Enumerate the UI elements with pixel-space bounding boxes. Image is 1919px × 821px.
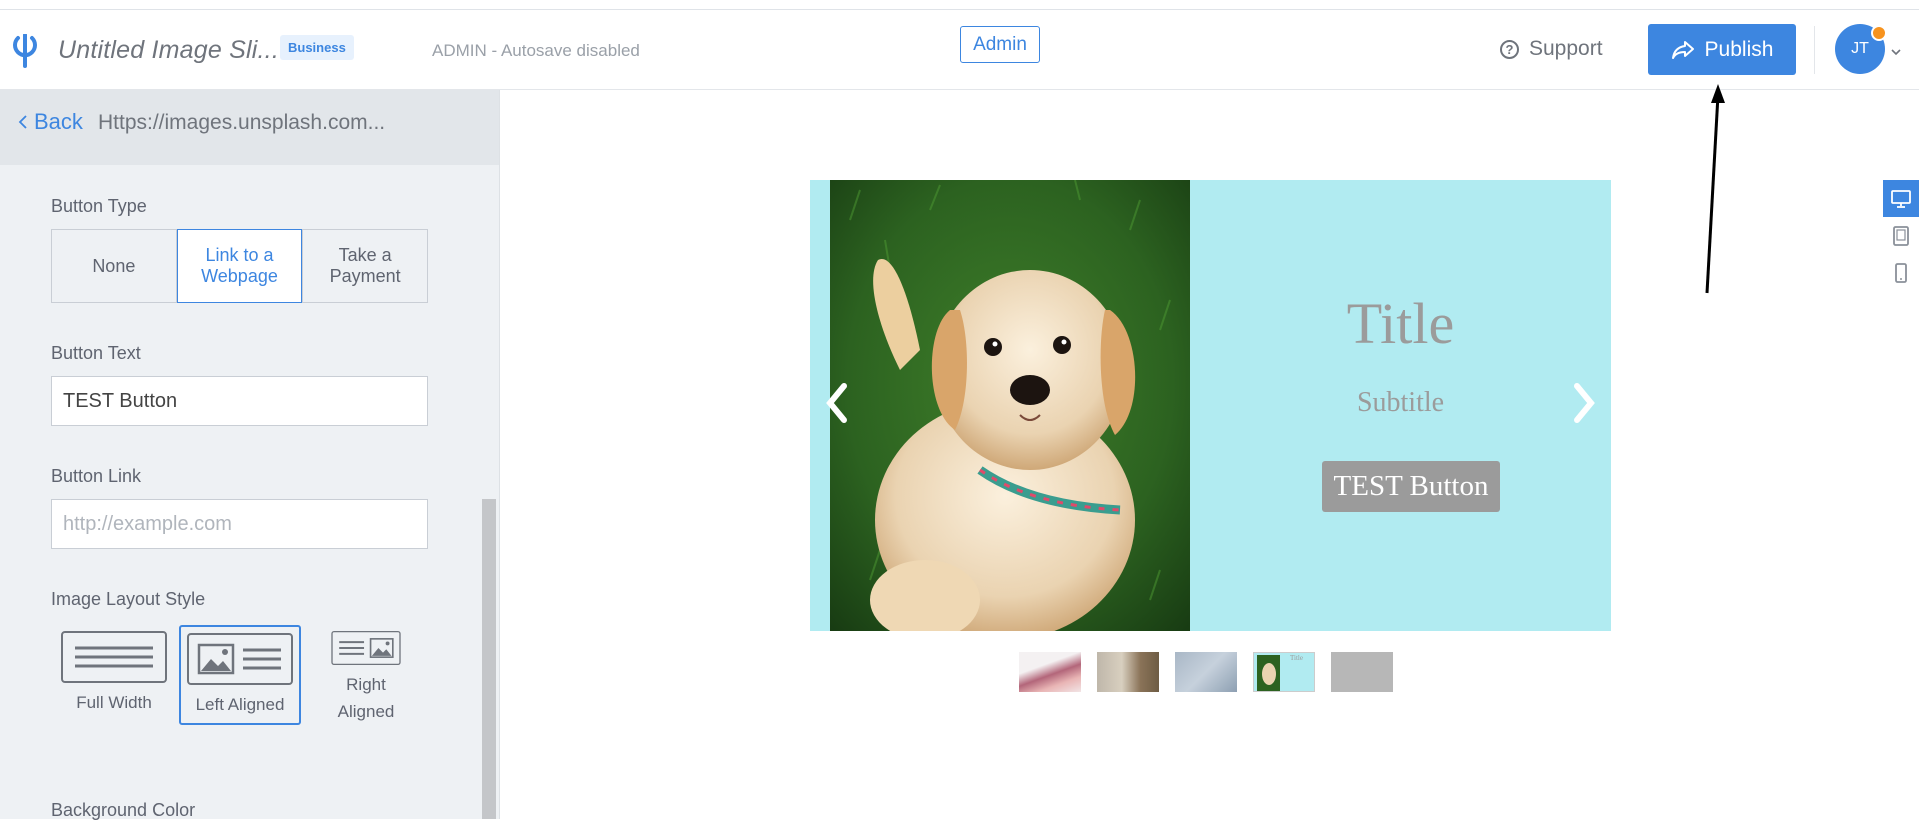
chevron-down-icon[interactable]	[1891, 47, 1901, 57]
slide-preview: Title Subtitle TEST Button	[810, 180, 1611, 631]
help-circle-icon: ?	[1500, 39, 1519, 59]
chevron-right-icon[interactable]	[1571, 380, 1599, 426]
admin-button[interactable]: Admin	[960, 26, 1040, 63]
avatar-initials: JT	[1851, 40, 1869, 57]
layout-left-aligned[interactable]: Left Aligned	[179, 625, 301, 725]
back-label: Back	[34, 109, 83, 134]
layout-full-width-label: Full Width	[76, 693, 152, 712]
plan-badge: Business	[280, 35, 354, 60]
mobile-view-button[interactable]	[1883, 254, 1919, 291]
slide-thumbnail[interactable]	[1331, 652, 1393, 692]
image-settings-sidebar: Back Https://images.unsplash.com... Butt…	[0, 90, 500, 820]
autosave-status: ADMIN - Autosave disabled	[432, 41, 640, 60]
layout-full-width[interactable]: Full Width	[53, 625, 175, 725]
button-link-input[interactable]	[51, 499, 428, 549]
thumb-mini-title: Title	[1290, 654, 1303, 662]
tablet-view-button[interactable]	[1883, 217, 1919, 254]
background-color-label: Background Color	[51, 800, 196, 820]
sidebar-header: Back Https://images.unsplash.com...	[0, 90, 500, 165]
right-aligned-layout-icon	[331, 631, 401, 665]
button-type-label: Button Type	[51, 196, 147, 216]
layout-right-aligned-label: Right Aligned	[337, 675, 395, 721]
button-text-input[interactable]	[51, 376, 428, 426]
button-type-none[interactable]: None	[52, 230, 177, 302]
layout-left-aligned-label: Left Aligned	[195, 695, 285, 714]
slide-thumbnail[interactable]	[1175, 652, 1237, 692]
chevron-left-icon[interactable]	[822, 380, 850, 426]
layout-right-aligned[interactable]: Right Aligned	[305, 625, 427, 725]
desktop-icon	[1891, 189, 1911, 208]
button-text-label: Button Text	[51, 343, 141, 363]
button-type-selector: None Link to a Webpage Take a Payment	[51, 229, 428, 303]
user-avatar[interactable]: JT	[1835, 24, 1887, 74]
sidebar-scrollbar[interactable]	[482, 499, 496, 819]
slide-thumbnails: Title	[1019, 652, 1393, 694]
slide-thumbnail[interactable]	[1097, 652, 1159, 692]
button-type-link-label: Link to a Webpage	[201, 245, 278, 286]
slide-subtitle[interactable]: Subtitle	[1190, 387, 1611, 419]
support-link[interactable]: ? Support	[1500, 37, 1603, 61]
slide-thumbnail[interactable]	[1019, 652, 1081, 692]
publish-button[interactable]: Publish	[1648, 24, 1796, 75]
slide-title[interactable]: Title	[1190, 290, 1611, 357]
image-source-url: Https://images.unsplash.com...	[98, 111, 386, 134]
layout-style-label: Image Layout Style	[51, 589, 206, 609]
slide-cta-button[interactable]: TEST Button	[1322, 461, 1500, 512]
device-preview-rail	[1883, 180, 1919, 292]
left-aligned-layout-icon	[187, 633, 293, 685]
support-label: Support	[1529, 37, 1603, 60]
header-divider	[1814, 26, 1815, 74]
sidebar-divider	[499, 90, 500, 819]
back-button[interactable]: Back	[18, 109, 83, 135]
mobile-icon	[1895, 262, 1907, 283]
button-link-label: Button Link	[51, 466, 142, 486]
button-type-link[interactable]: Link to a Webpage	[176, 229, 303, 303]
puppy-photo[interactable]	[830, 180, 1190, 631]
desktop-view-button[interactable]	[1883, 180, 1919, 217]
notification-dot	[1871, 25, 1887, 41]
chevron-left-icon	[18, 115, 27, 129]
document-title[interactable]: Untitled Image Sli...	[58, 36, 279, 65]
button-type-payment-label: Take a Payment	[329, 245, 401, 286]
publish-label: Publish	[1704, 37, 1774, 61]
slide-thumbnail-active[interactable]: Title	[1253, 652, 1315, 692]
thumb-photo	[1257, 655, 1280, 691]
full-width-layout-icon	[61, 631, 167, 683]
share-arrow-icon	[1671, 40, 1694, 59]
app-header: Untitled Image Sli... Business ADMIN - A…	[0, 10, 1919, 90]
button-type-payment[interactable]: Take a Payment	[302, 230, 427, 302]
tablet-icon	[1893, 225, 1909, 246]
app-logo-icon[interactable]	[12, 34, 38, 68]
browser-top-strip	[0, 0, 1919, 10]
